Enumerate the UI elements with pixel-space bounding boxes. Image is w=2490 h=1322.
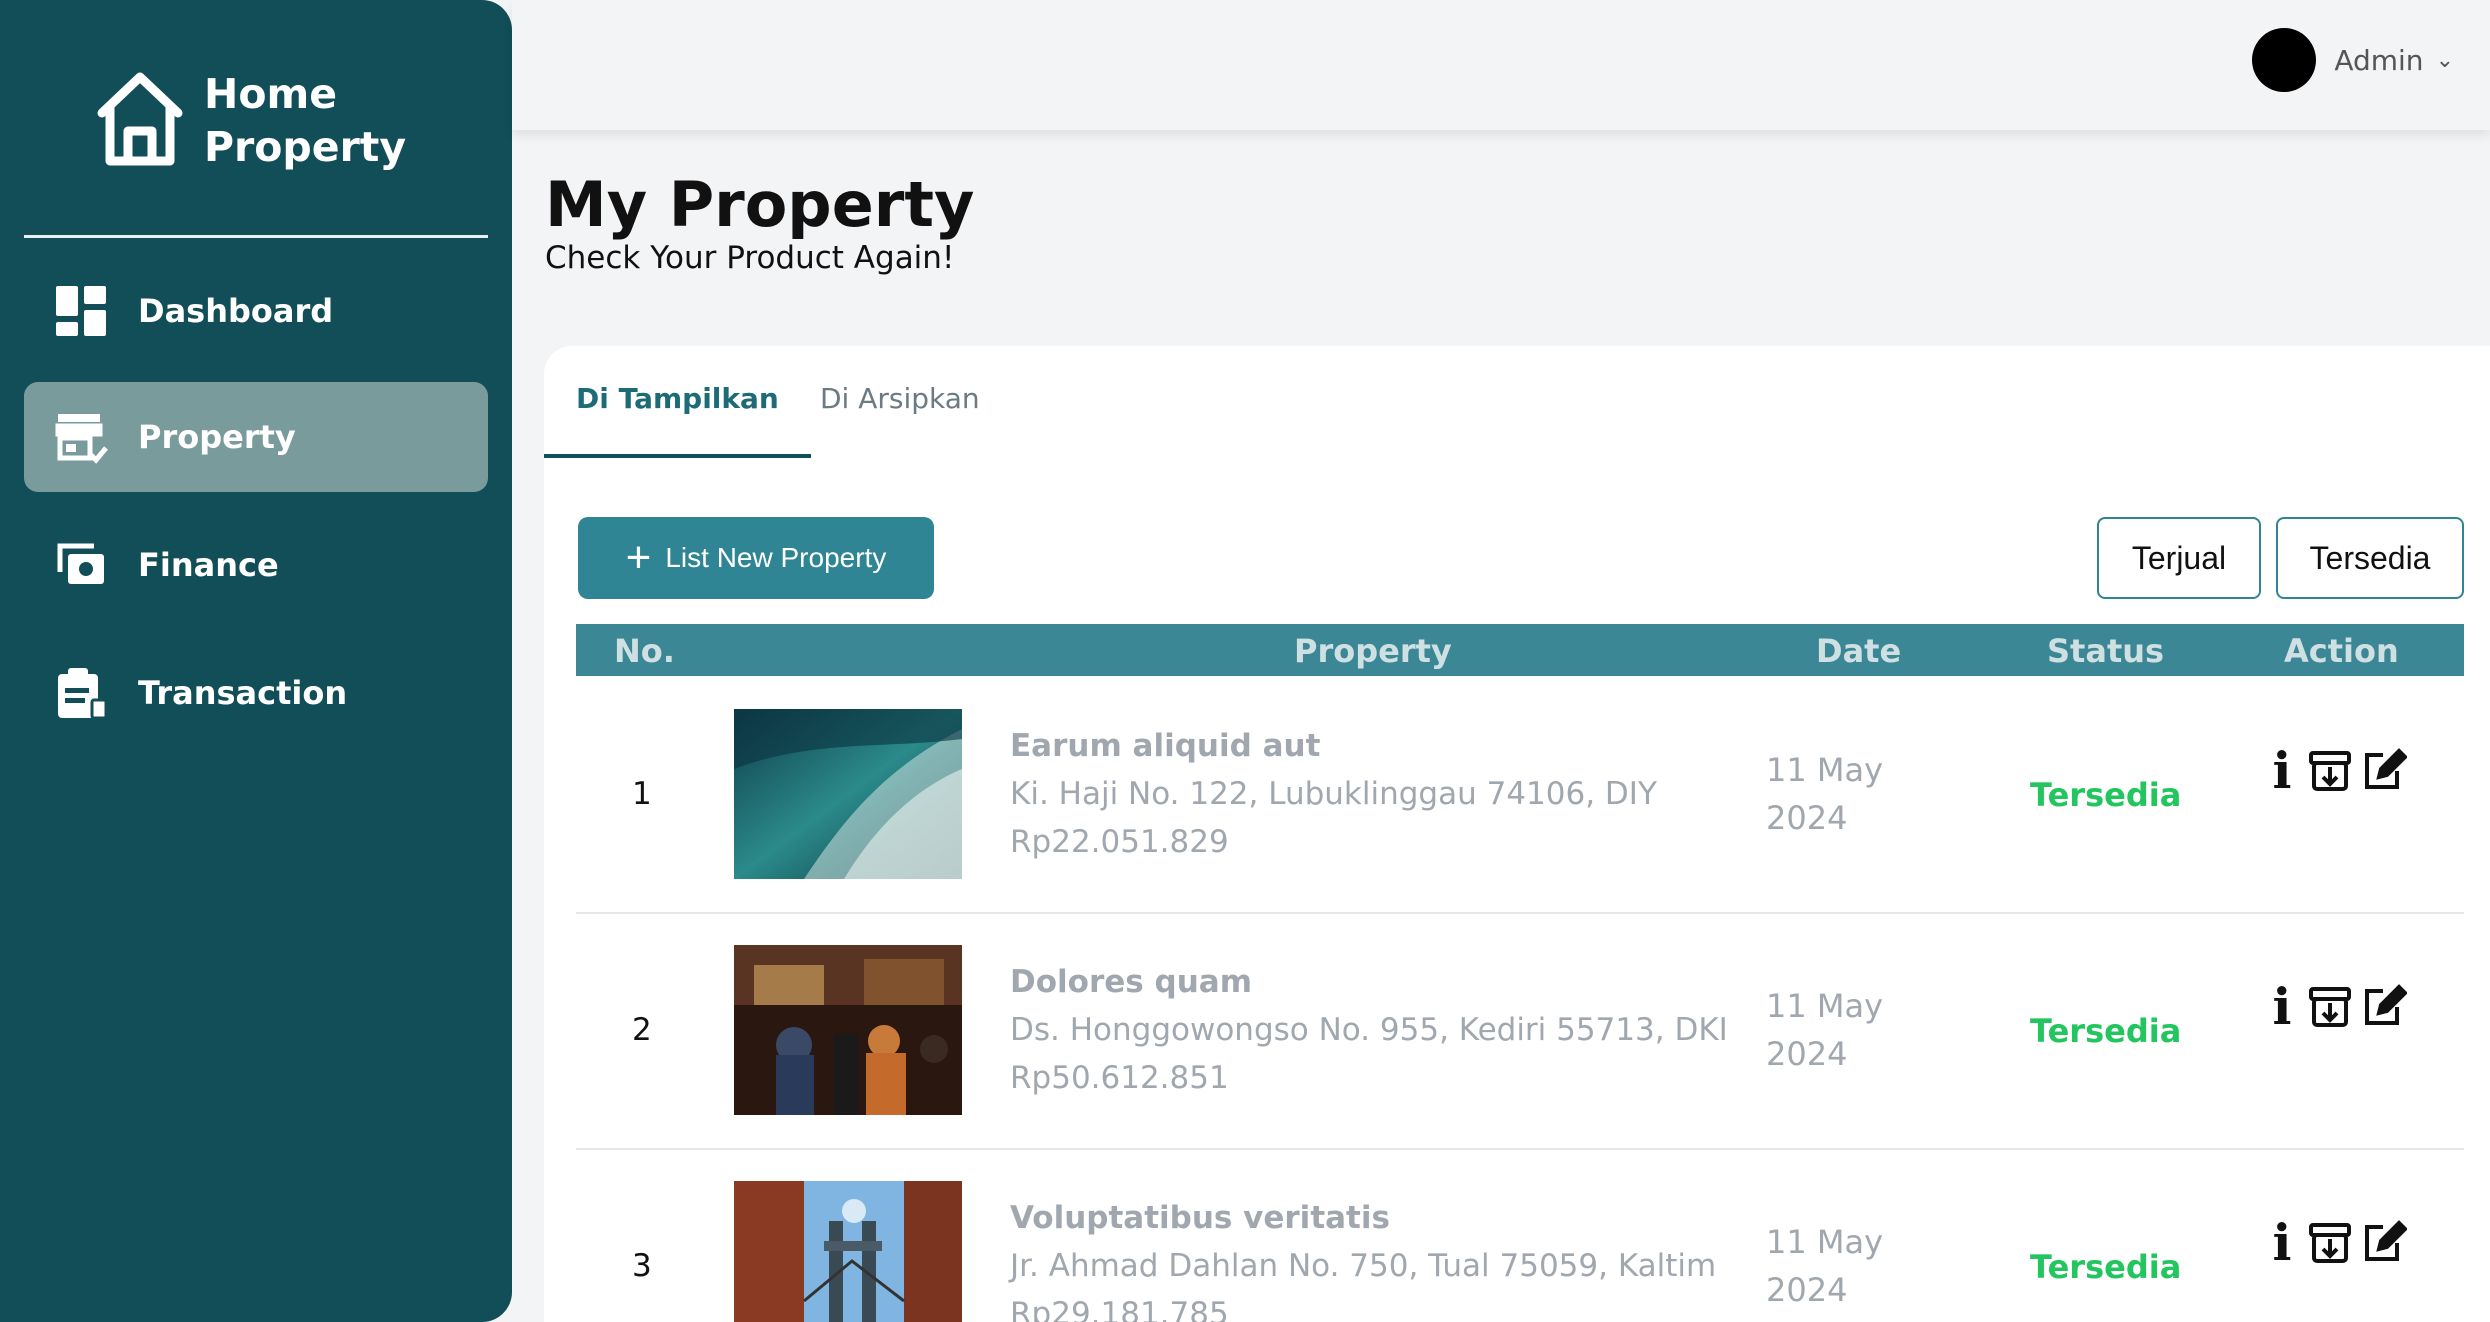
- sidebar-item-label: Property: [138, 418, 296, 456]
- sidebar: Home Property Dashboard Property Finance…: [0, 0, 512, 1322]
- money-icon: [54, 538, 108, 592]
- property-image: [734, 945, 962, 1115]
- row-actions: i: [2264, 1213, 2414, 1272]
- sidebar-item-transaction[interactable]: Transaction: [24, 638, 488, 748]
- sidebar-item-property[interactable]: Property: [24, 382, 488, 492]
- clipboard-icon: [54, 666, 108, 720]
- status-badge: Tersedia: [2030, 776, 2182, 814]
- property-date: 11 May 2024: [1766, 1223, 1884, 1309]
- chevron-down-icon: ⌄: [2435, 47, 2454, 73]
- filter-tersedia-button[interactable]: Tersedia: [2276, 517, 2464, 599]
- row-actions: i: [2264, 741, 2414, 800]
- list-new-property-label: List New Property: [665, 542, 887, 573]
- property-price: Rp22.051.829: [1010, 824, 1229, 860]
- row-number: 2: [632, 1012, 652, 1048]
- row-number: 1: [632, 776, 652, 812]
- page-title: My Property: [545, 168, 975, 241]
- table-header: No. Property Date Status Action: [576, 624, 2464, 676]
- sidebar-item-label: Dashboard: [138, 292, 334, 330]
- info-icon[interactable]: i: [2264, 977, 2300, 1036]
- archive-icon[interactable]: [2306, 746, 2354, 794]
- property-date: 11 May 2024: [1766, 987, 1884, 1073]
- edit-icon[interactable]: [2360, 982, 2408, 1030]
- property-address: Jr. Ahmad Dahlan No. 750, Tual 75059, Ka…: [1010, 1248, 1717, 1284]
- property-card: Di Tampilkan Di Arsipkan + List New Prop…: [544, 346, 2490, 1322]
- archive-icon[interactable]: [2306, 982, 2354, 1030]
- sidebar-item-label: Transaction: [138, 674, 348, 712]
- row-number: 3: [632, 1248, 652, 1284]
- property-title[interactable]: Voluptatibus veritatis: [1010, 1200, 1390, 1236]
- column-header-date: Date: [1816, 632, 1902, 670]
- table-row: 2 Dolores quam Ds. Honggowongso No. 955,…: [576, 912, 2464, 1150]
- user-name: Admin: [2334, 43, 2424, 77]
- brand-line-1: Home: [204, 70, 338, 118]
- property-title[interactable]: Earum aliquid aut: [1010, 728, 1320, 764]
- store-icon: [54, 410, 108, 464]
- archive-icon[interactable]: [2306, 1218, 2354, 1266]
- info-icon[interactable]: i: [2264, 741, 2300, 800]
- property-price: Rp50.612.851: [1010, 1060, 1229, 1096]
- column-header-status: Status: [2047, 632, 2165, 670]
- property-address: Ki. Haji No. 122, Lubuklinggau 74106, DI…: [1010, 776, 1657, 812]
- table-row: 3 Voluptatibus veritatis Jr. Ahmad Dahla…: [576, 1148, 2464, 1322]
- sidebar-item-label: Finance: [138, 546, 279, 584]
- house-icon: [94, 69, 186, 173]
- edit-icon[interactable]: [2360, 746, 2408, 794]
- tab-di-arsipkan[interactable]: Di Arsipkan: [820, 382, 980, 444]
- column-header-action: Action: [2284, 632, 2399, 670]
- column-header-property: Property: [1294, 632, 1452, 670]
- page-subtitle: Check Your Product Again!: [545, 240, 955, 276]
- column-header-no: No.: [614, 632, 675, 670]
- property-price: Rp29.181.785: [1010, 1296, 1229, 1322]
- property-image: [734, 1181, 962, 1322]
- sidebar-divider: [24, 235, 488, 238]
- dashboard-icon: [54, 284, 108, 338]
- brand-logo[interactable]: Home Property: [94, 68, 406, 174]
- user-menu[interactable]: Admin ⌄: [2252, 28, 2454, 92]
- property-date: 11 May 2024: [1766, 751, 1884, 837]
- brand-name: Home Property: [204, 68, 406, 174]
- tab-di-tampilkan[interactable]: Di Tampilkan: [544, 382, 811, 458]
- info-icon[interactable]: i: [2264, 1213, 2300, 1272]
- status-badge: Tersedia: [2030, 1012, 2182, 1050]
- row-actions: i: [2264, 977, 2414, 1036]
- edit-icon[interactable]: [2360, 1218, 2408, 1266]
- property-image: [734, 709, 962, 879]
- property-title[interactable]: Dolores quam: [1010, 964, 1252, 1000]
- list-new-property-button[interactable]: + List New Property: [578, 517, 934, 599]
- topbar: Admin ⌄: [512, 0, 2490, 130]
- filter-terjual-button[interactable]: Terjual: [2097, 517, 2261, 599]
- table-row: 1 Earum aliquid aut Ki. Haji No. 122, Lu…: [576, 676, 2464, 914]
- status-badge: Tersedia: [2030, 1248, 2182, 1286]
- avatar[interactable]: [2252, 28, 2317, 92]
- sidebar-item-dashboard[interactable]: Dashboard: [24, 256, 488, 366]
- property-address: Ds. Honggowongso No. 955, Kediri 55713, …: [1010, 1012, 1728, 1048]
- brand-line-2: Property: [204, 123, 407, 171]
- plus-icon: +: [625, 533, 652, 582]
- sidebar-item-finance[interactable]: Finance: [24, 510, 488, 620]
